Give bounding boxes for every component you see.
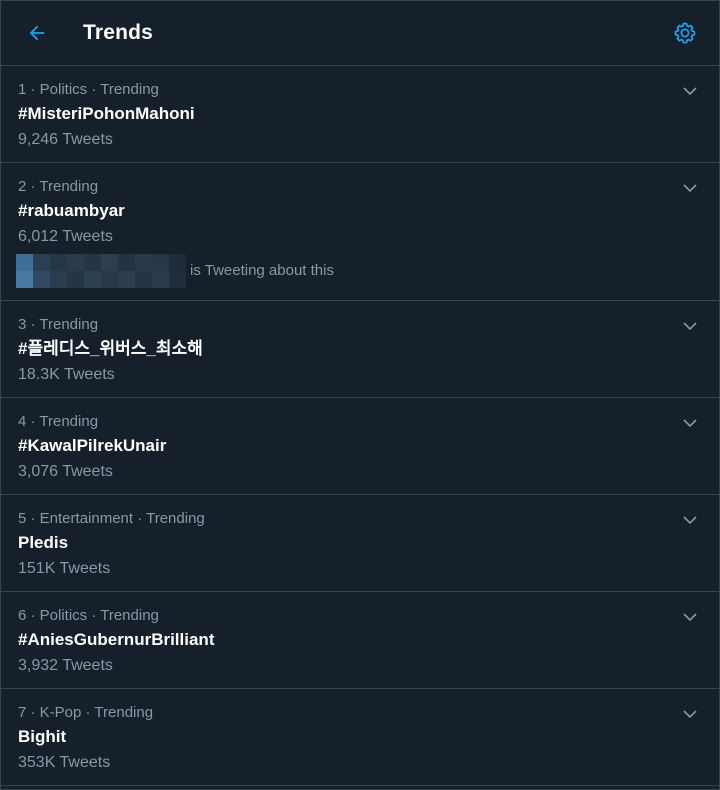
trend-meta: 3 · Trending — [18, 316, 99, 333]
trend-item[interactable]: 1 · Politics · Trending #MisteriPohonMah… — [1, 66, 719, 163]
trend-more-button[interactable] — [679, 315, 701, 337]
trend-name: #MisteriPohonMahoni — [18, 104, 195, 123]
trend-tweet-count: 3,932 Tweets — [18, 657, 113, 674]
trend-name: Bighit — [18, 727, 67, 746]
trend-tweet-count: 353K Tweets — [18, 754, 111, 771]
trend-tweet-count: 6,012 Tweets — [18, 228, 113, 245]
trend-meta: 7 · K-Pop · Trending — [18, 704, 154, 721]
trend-more-button[interactable] — [679, 177, 701, 199]
trend-name: #rabuambyar — [18, 201, 125, 220]
trend-meta: 2 · Trending — [18, 178, 99, 195]
trend-tweet-count: 151K Tweets — [18, 560, 111, 577]
trend-item[interactable]: 2 · Trending #rabuambyar 6,012 Tweets is… — [1, 163, 719, 301]
trend-more-button[interactable] — [679, 606, 701, 628]
chevron-down-icon — [683, 322, 697, 331]
trend-meta: 6 · Politics · Trending — [18, 607, 159, 624]
back-button[interactable] — [17, 13, 57, 53]
arrow-left-icon — [29, 25, 45, 41]
chevron-down-icon — [683, 516, 697, 525]
trend-more-button[interactable] — [679, 509, 701, 531]
trend-meta: 4 · Trending — [18, 413, 99, 430]
trend-more-button[interactable] — [679, 80, 701, 102]
trend-more-button[interactable] — [679, 412, 701, 434]
trend-name: #플레디스_위버스_최소해 — [18, 339, 203, 358]
header-bar: Trends — [1, 1, 719, 66]
chevron-down-icon — [683, 419, 697, 428]
chevron-down-icon — [683, 613, 697, 622]
chevron-down-icon — [683, 87, 697, 96]
settings-button[interactable] — [667, 15, 703, 51]
trend-item[interactable]: 4 · Trending #KawalPilrekUnair 3,076 Twe… — [1, 398, 719, 495]
trend-meta: 1 · Politics · Trending — [18, 81, 159, 98]
trend-name: #KawalPilrekUnair — [18, 436, 167, 455]
page-title: Trends — [83, 21, 154, 44]
trend-item[interactable]: 3 · Trending #플레디스_위버스_최소해 18.3K Tweets — [1, 301, 719, 398]
trend-social-context: is Tweeting about this — [16, 254, 659, 288]
trend-tweet-count: 9,246 Tweets — [18, 131, 113, 148]
chevron-down-icon — [683, 184, 697, 193]
trend-name: Pledis — [18, 533, 69, 552]
trends-panel: Trends 1 · Politics · Trending #MisteriP… — [0, 0, 720, 790]
trend-tweet-count: 18.3K Tweets — [18, 366, 115, 383]
trend-tweet-count: 3,076 Tweets — [18, 463, 113, 480]
trend-meta: 5 · Entertainment · Trending — [18, 510, 205, 527]
gear-icon — [674, 22, 696, 44]
blurred-user-name — [16, 254, 186, 288]
trend-name: #AniesGubernurBrilliant — [18, 630, 215, 649]
trends-list: 1 · Politics · Trending #MisteriPohonMah… — [1, 66, 719, 786]
trend-item[interactable]: 5 · Entertainment · Trending Pledis 151K… — [1, 495, 719, 592]
social-context-text: is Tweeting about this — [190, 262, 334, 279]
trend-item[interactable]: 6 · Politics · Trending #AniesGubernurBr… — [1, 592, 719, 689]
trend-more-button[interactable] — [679, 703, 701, 725]
trend-item[interactable]: 7 · K-Pop · Trending Bighit 353K Tweets — [1, 689, 719, 786]
chevron-down-icon — [683, 710, 697, 719]
